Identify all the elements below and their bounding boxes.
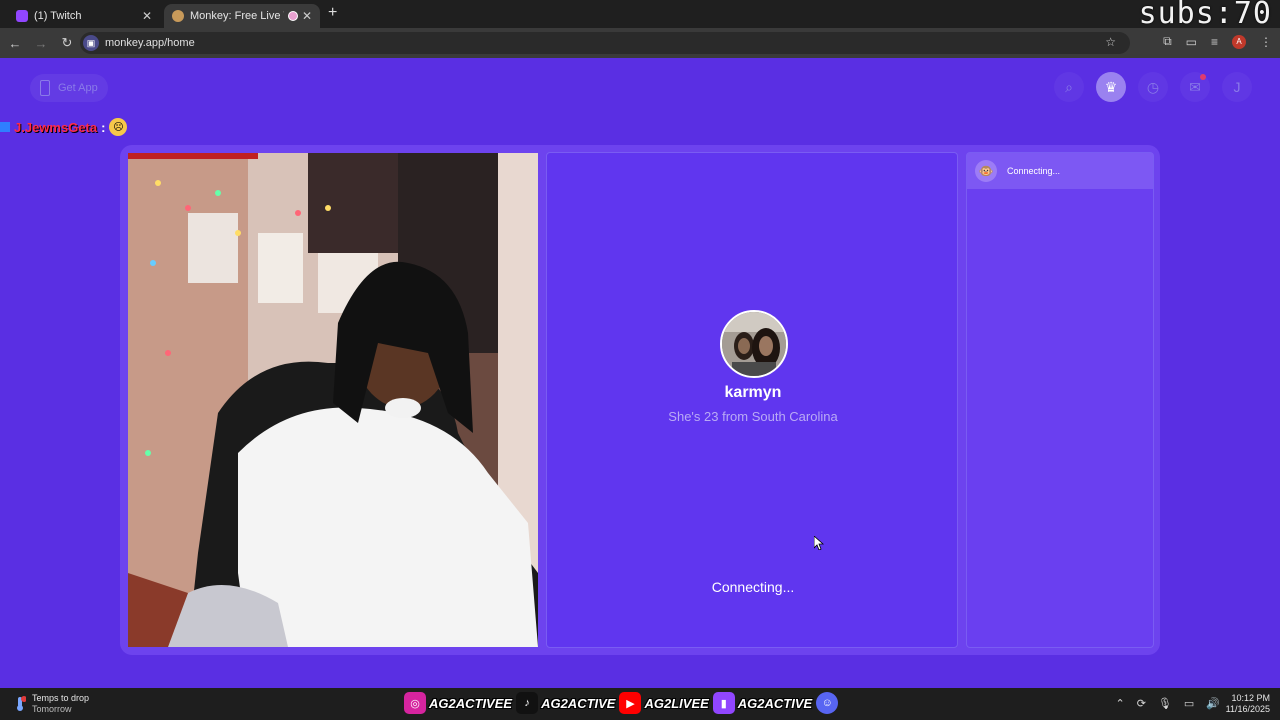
side-status-text: Connecting... (1007, 166, 1061, 176)
history-icon[interactable]: ◷ (1138, 72, 1168, 102)
match-avatar-image (722, 312, 786, 376)
social-label: AG2ACTIVEE (429, 695, 513, 711)
tab-title: (1) Twitch (34, 10, 82, 22)
crown-icon[interactable]: ♛ (1096, 72, 1126, 102)
weather-line-1: Temps to drop (32, 693, 90, 703)
tab-twitch[interactable]: (1) Twitch ✕ (8, 4, 160, 28)
forward-icon[interactable]: → (30, 32, 52, 54)
back-icon[interactable]: ← (4, 32, 26, 54)
monkey-icon (172, 10, 184, 22)
clock[interactable]: 10:12 PM 11/16/2025 (1226, 693, 1270, 715)
profile-initial: J (1233, 79, 1241, 95)
get-app-button[interactable]: Get App (30, 74, 108, 102)
clock-time: 10:12 PM (1231, 693, 1270, 703)
browser-tab-bar: (1) Twitch ✕ Monkey: Free Live Video Ch … (0, 0, 1280, 31)
mouse-cursor-icon (814, 536, 824, 550)
phone-icon (40, 80, 50, 96)
weather-widget[interactable]: Temps to drop Tomorrow (14, 693, 89, 715)
address-bar[interactable]: ▣ monkey.app/home ☆ (80, 32, 1130, 54)
bookmark-star-icon[interactable]: ☆ (1105, 35, 1116, 49)
twitch-icon: ▮ (712, 692, 735, 714)
social-tiktok: ♪ AG2ACTIVE (516, 692, 615, 714)
recording-icon (287, 11, 298, 21)
instagram-icon: ◎ (404, 692, 426, 714)
chevron-up-icon[interactable]: ⌃ (1115, 697, 1124, 710)
worried-emoji-icon: ☹ (109, 118, 128, 136)
side-status-row: 🐵 Connecting... (967, 153, 1153, 189)
social-label: AG2ACTIVE (541, 695, 616, 711)
profile-avatar[interactable]: A (1232, 34, 1246, 49)
cast-icon[interactable]: ▭ (1186, 35, 1197, 49)
menu-icon[interactable]: ⋮ (1260, 35, 1272, 49)
tab-title: Monkey: Free Live Video Ch (190, 10, 284, 22)
discord-icon: ☺ (816, 692, 839, 714)
volume-icon[interactable]: 🔊 (1206, 697, 1220, 710)
extensions-icon[interactable]: ⧉ (1163, 34, 1172, 49)
microphone-icon[interactable]: 🎙 (1158, 697, 1172, 710)
chat-badge-icon (0, 122, 10, 132)
match-name: karmyn (724, 384, 782, 401)
close-icon[interactable]: ✕ (302, 9, 312, 23)
social-instagram: ◎ AG2ACTIVEE (404, 692, 512, 714)
media-icon[interactable]: ≡ (1211, 35, 1218, 49)
social-discord: ☺ (816, 692, 841, 714)
tab-monkey[interactable]: Monkey: Free Live Video Ch ✕ (164, 4, 320, 28)
social-label: AG2LIVEE (644, 695, 709, 711)
get-app-label: Get App (58, 82, 98, 94)
tiktok-icon: ♪ (516, 692, 539, 714)
url-text: monkey.app/home (105, 37, 195, 49)
thermometer-icon (14, 696, 27, 712)
chat-icon[interactable]: ✉ (1180, 72, 1210, 102)
monkey-icon: 🐵 (975, 160, 997, 182)
subs-counter: subs:70 (1138, 0, 1272, 31)
social-label: AG2ACTIVE (737, 695, 813, 711)
weather-line-2: Tomorrow (32, 704, 72, 714)
new-tab-button[interactable]: + (328, 4, 337, 22)
search-icon[interactable]: ⌕ (1054, 72, 1084, 102)
site-info-icon[interactable]: ▣ (83, 35, 99, 51)
connecting-status: Connecting... (711, 579, 795, 595)
chat-username: J.JewmsGeta (14, 119, 98, 135)
chat-colon: : (101, 119, 106, 135)
notification-dot (1200, 74, 1206, 80)
close-icon[interactable]: ✕ (142, 9, 152, 23)
match-avatar (720, 310, 788, 378)
twitch-icon (16, 10, 28, 22)
social-twitch: ▮ AG2ACTIVE (712, 692, 813, 714)
system-tray: ⌃ ⟳ 🎙 ▭ 🔊 (1115, 697, 1220, 710)
taskbar: Temps to drop Tomorrow ◎ AG2ACTIVEE ♪ AG… (0, 688, 1280, 720)
profile-button[interactable]: J (1222, 72, 1252, 102)
youtube-icon: ▶ (619, 692, 642, 714)
browser-toolbar-icons: ⧉ ▭ ≡ A ⋮ (1163, 34, 1272, 49)
header-icons: ⌕ ♛ ◷ ✉ J (1054, 72, 1252, 102)
social-handles: ◎ AG2ACTIVEE ♪ AG2ACTIVE ▶ AG2LIVEE ▮ AG… (404, 692, 845, 714)
reload-icon[interactable]: ↻ (56, 32, 78, 54)
sync-icon[interactable]: ⟳ (1137, 697, 1146, 710)
self-camera-video (128, 153, 538, 647)
chat-message: J.JewmsGeta : ☹ (0, 118, 128, 136)
display-icon[interactable]: ▭ (1184, 697, 1194, 710)
social-youtube: ▶ AG2LIVEE (619, 692, 709, 714)
side-chat-panel: 🐵 Connecting... (966, 152, 1154, 648)
match-panel: karmyn She's 23 from South Carolina Conn… (546, 152, 958, 648)
clock-date: 11/16/2025 (1225, 704, 1270, 714)
camera-feed-image (128, 153, 538, 647)
browser-nav-bar: ← → ↻ ▣ monkey.app/home ☆ ⧉ ▭ ≡ A ⋮ (0, 28, 1280, 58)
match-info: She's 23 from South Carolina (668, 409, 838, 424)
